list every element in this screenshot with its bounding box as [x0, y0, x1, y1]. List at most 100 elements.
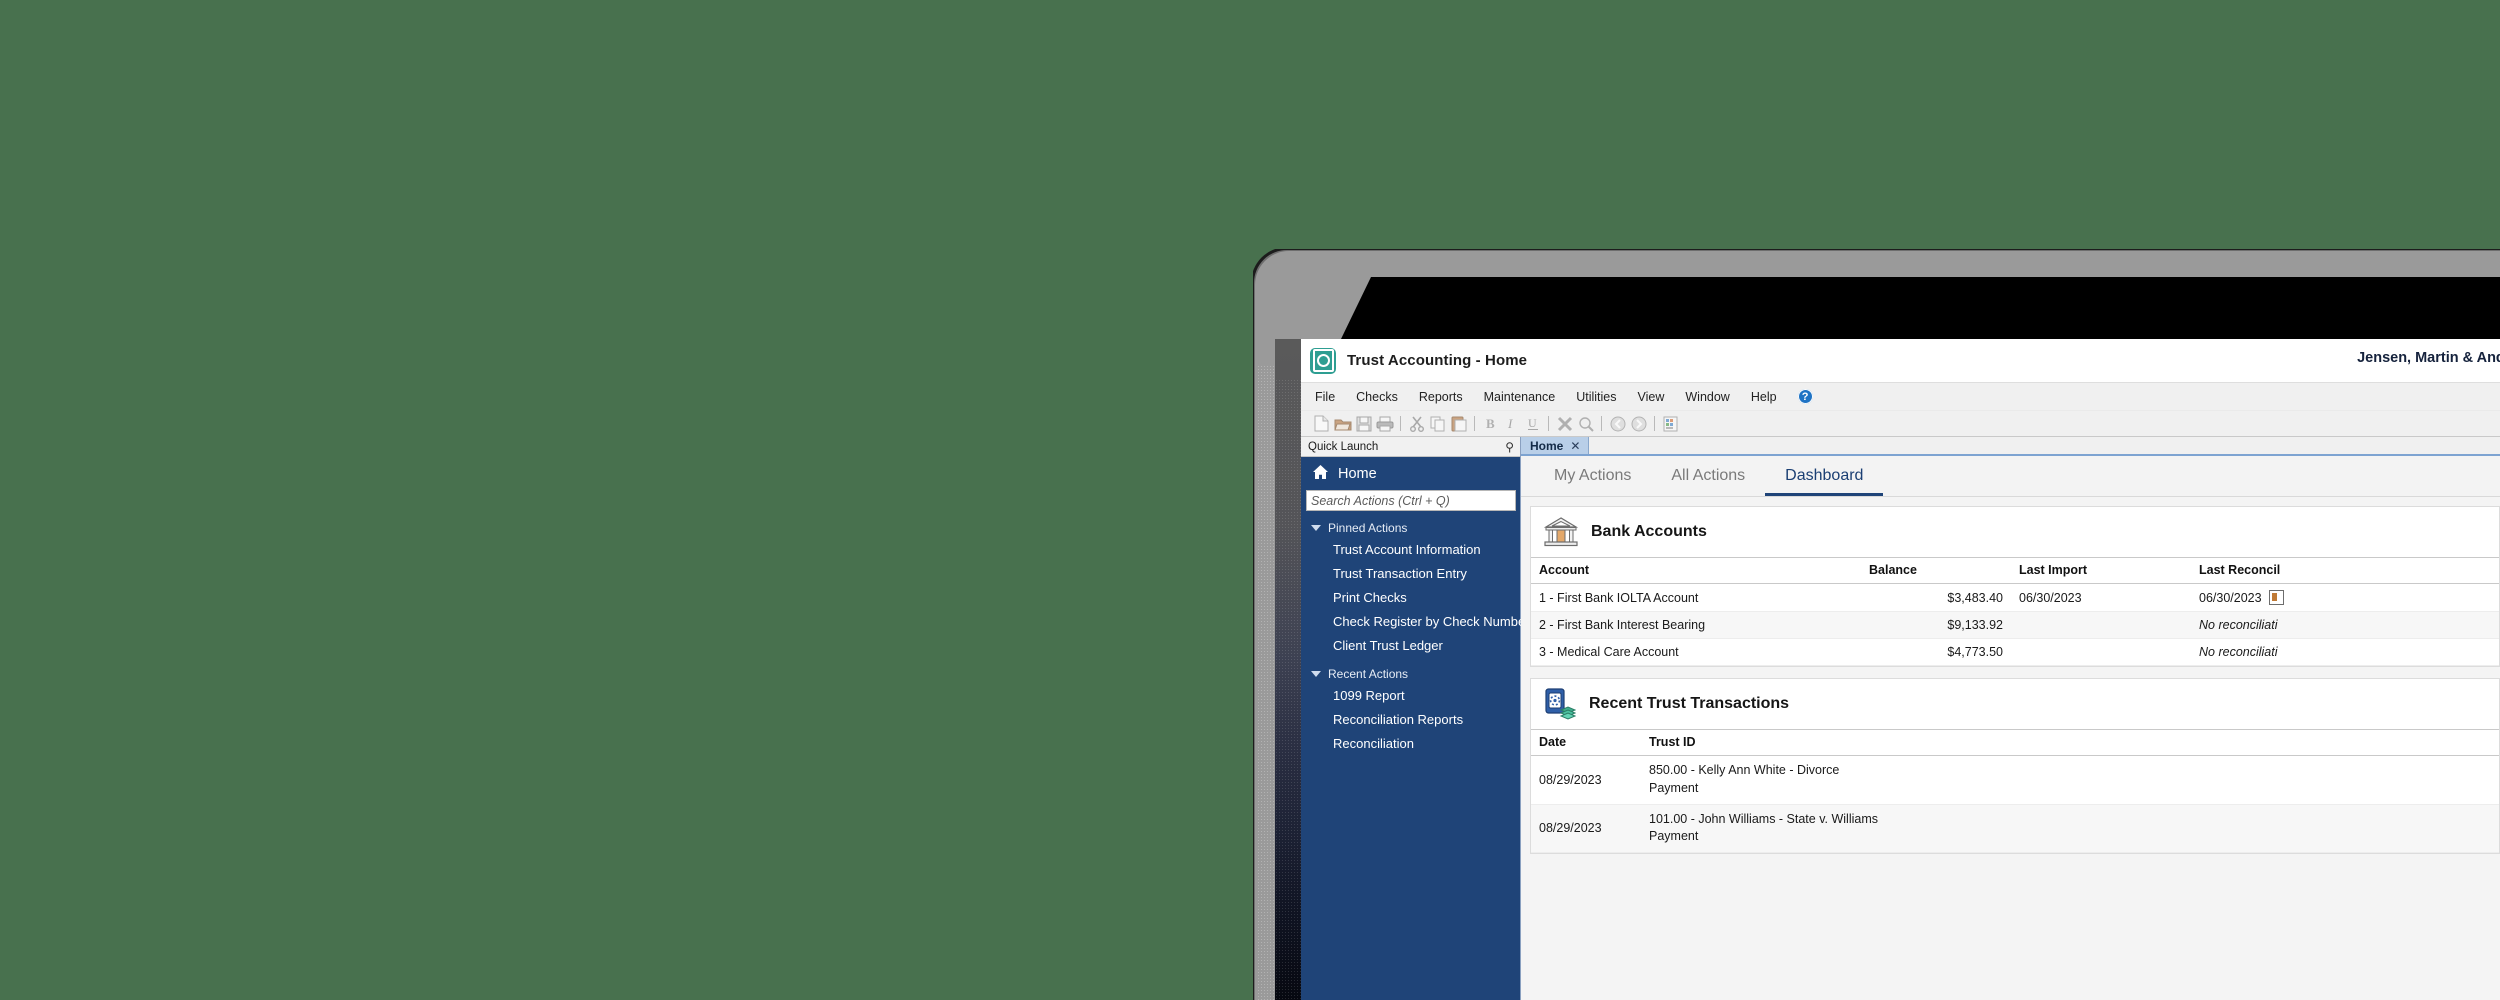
quick-launch-sidebar: Quick Launch ⚲ Home Search Actions (Ctrl…: [1301, 437, 1530, 1000]
cell-account: 3 - Medical Care Account: [1531, 638, 1861, 666]
report-icon[interactable]: [2268, 590, 2284, 605]
tab-all-actions[interactable]: All Actions: [1651, 467, 1765, 496]
table-row[interactable]: 1 - First Bank IOLTA Account $3,483.40 0…: [1531, 583, 2499, 612]
help-icon[interactable]: ?: [1797, 389, 1813, 404]
bank-icon: [1543, 516, 1579, 548]
menu-bar: File Checks Reports Maintenance Utilitie…: [1301, 383, 2500, 411]
menu-item-window[interactable]: Window: [1685, 390, 1729, 404]
menu-item-maintenance[interactable]: Maintenance: [1484, 390, 1556, 404]
svg-text:I: I: [1507, 416, 1513, 431]
print-icon[interactable]: [1375, 414, 1394, 433]
cell-balance: $4,773.50: [1861, 638, 2011, 666]
recent-transactions-table: Date Trust ID 08/29/2023 850.00 - Kelly …: [1531, 729, 2499, 853]
sidebar-item-home[interactable]: Home: [1301, 457, 1520, 490]
dashboard-tab-bar: My Actions All Actions Dashboard: [1521, 456, 2500, 497]
column-balance[interactable]: Balance: [1861, 557, 2011, 584]
toolbar-separator: [1548, 416, 1549, 431]
document-tab-strip: Home ✕: [1521, 437, 2500, 456]
close-icon[interactable]: ✕: [1570, 440, 1580, 452]
copy-icon[interactable]: [1428, 414, 1447, 433]
laptop-device: Trust Accounting - Home Jensen, Martin &…: [1253, 249, 2500, 1000]
laptop-top-band: [1341, 277, 2500, 339]
sidebar-item-trust-transaction-entry[interactable]: Trust Transaction Entry: [1301, 561, 1520, 585]
cell-date: 08/29/2023: [1531, 804, 1641, 853]
cell-trust-id: 850.00 - Kelly Ann White - Divorce Paymen…: [1641, 755, 2499, 805]
sidebar-item-reconciliation[interactable]: Reconciliation: [1301, 731, 1520, 755]
sidebar-group-pinned: Pinned Actions Trust Account Information…: [1301, 521, 1530, 657]
tab-my-actions[interactable]: My Actions: [1534, 467, 1651, 496]
sidebar-item-print-checks[interactable]: Print Checks: [1301, 585, 1520, 609]
sidebar-item-1099-report[interactable]: 1099 Report: [1301, 683, 1520, 707]
application-window: Trust Accounting - Home Jensen, Martin &…: [1301, 339, 2500, 1000]
menu-item-checks[interactable]: Checks: [1356, 390, 1398, 404]
save-icon[interactable]: [1354, 414, 1373, 433]
cell-account: 2 - First Bank Interest Bearing: [1531, 611, 1861, 639]
bold-icon[interactable]: B: [1481, 414, 1500, 433]
underline-icon[interactable]: U: [1523, 414, 1542, 433]
table-header-row: Date Trust ID: [1531, 729, 2499, 756]
forward-icon[interactable]: [1629, 414, 1648, 433]
toolbar-separator: [1400, 416, 1401, 431]
find-icon[interactable]: [1576, 414, 1595, 433]
toolbar-separator: [1474, 416, 1475, 431]
search-input[interactable]: Search Actions (Ctrl + Q): [1306, 490, 1516, 511]
bezel-texture: [1257, 365, 1275, 1000]
cell-last-import: [2011, 638, 2191, 666]
sidebar-item-client-trust-ledger[interactable]: Client Trust Ledger: [1301, 633, 1520, 657]
menu-item-reports[interactable]: Reports: [1419, 390, 1463, 404]
menu-item-view[interactable]: View: [1638, 390, 1665, 404]
spellcheck-icon[interactable]: [1555, 414, 1574, 433]
menu-item-file[interactable]: File: [1315, 390, 1335, 404]
paste-icon[interactable]: [1449, 414, 1468, 433]
menu-item-help[interactable]: Help: [1751, 390, 1777, 404]
recent-transactions-header: Recent Trust Transactions: [1531, 679, 2499, 729]
search-placeholder: Search Actions (Ctrl + Q): [1311, 493, 1450, 508]
tab-dashboard[interactable]: Dashboard: [1765, 467, 1884, 496]
table-row[interactable]: 08/29/2023 850.00 - Kelly Ann White - Di…: [1531, 755, 2499, 805]
bank-accounts-card: Bank Accounts Account Balance Last Impor…: [1530, 506, 2500, 667]
toolbar-separator: [1601, 416, 1602, 431]
table-header-row: Account Balance Last Import Last Reconci…: [1531, 557, 2499, 584]
firm-name: Jensen, Martin & Anderson, P: [2357, 350, 2500, 366]
sidebar-item-reconciliation-reports[interactable]: Reconciliation Reports: [1301, 707, 1520, 731]
column-account[interactable]: Account: [1531, 557, 1861, 584]
report-grid-icon[interactable]: [1661, 414, 1680, 433]
cell-balance: $3,483.40: [1861, 583, 2011, 612]
svg-text:B: B: [1486, 416, 1495, 431]
svg-text:U: U: [1528, 416, 1537, 430]
italic-icon[interactable]: I: [1502, 414, 1521, 433]
home-icon: [1312, 464, 1329, 483]
column-last-import[interactable]: Last Import: [2011, 557, 2191, 584]
sidebar-group-label: Recent Actions: [1328, 667, 1409, 681]
sidebar-home-label: Home: [1338, 465, 1377, 482]
back-icon[interactable]: [1608, 414, 1627, 433]
sidebar-item-check-register[interactable]: Check Register by Check Number: [1301, 609, 1530, 633]
screen-edge-shadow-texture: [1275, 379, 1301, 1000]
document-tab-home[interactable]: Home ✕: [1521, 437, 1590, 454]
sidebar-item-trust-account-information[interactable]: Trust Account Information: [1301, 537, 1520, 561]
sidebar-group-header-pinned[interactable]: Pinned Actions: [1301, 521, 1520, 535]
cell-account: 1 - First Bank IOLTA Account: [1531, 583, 1861, 612]
title-bar: Trust Accounting - Home Jensen, Martin &…: [1301, 339, 2500, 383]
column-last-reconciled[interactable]: Last Reconcil: [2191, 557, 2499, 584]
dashboard-scroll-area[interactable]: Bank Accounts Account Balance Last Impor…: [1521, 497, 2500, 1000]
open-folder-icon[interactable]: [1333, 414, 1352, 433]
trust-transaction-icon: [1544, 688, 1577, 720]
column-date[interactable]: Date: [1531, 729, 1641, 756]
bank-accounts-header: Bank Accounts: [1531, 507, 2499, 557]
cell-balance: $9,133.92: [1861, 611, 2011, 639]
pin-icon[interactable]: ⚲: [1505, 441, 1514, 453]
cut-icon[interactable]: [1407, 414, 1426, 433]
table-row[interactable]: 08/29/2023 101.00 - John Williams - Stat…: [1531, 804, 2499, 853]
application-body: Quick Launch ⚲ Home Search Actions (Ctrl…: [1301, 437, 2500, 1000]
column-trust-id[interactable]: Trust ID: [1641, 729, 2499, 756]
recent-transactions-card: Recent Trust Transactions Date Trust ID: [1530, 678, 2500, 854]
menu-item-utilities[interactable]: Utilities: [1576, 390, 1616, 404]
sidebar-group-header-recent[interactable]: Recent Actions: [1301, 667, 1520, 681]
document-tab-label: Home: [1530, 438, 1564, 453]
window-title: Trust Accounting - Home: [1347, 352, 1528, 369]
cell-date: 08/29/2023: [1531, 755, 1641, 805]
table-row[interactable]: 2 - First Bank Interest Bearing $9,133.9…: [1531, 611, 2499, 639]
table-row[interactable]: 3 - Medical Care Account $4,773.50 No re…: [1531, 638, 2499, 666]
new-document-icon[interactable]: [1312, 414, 1331, 433]
